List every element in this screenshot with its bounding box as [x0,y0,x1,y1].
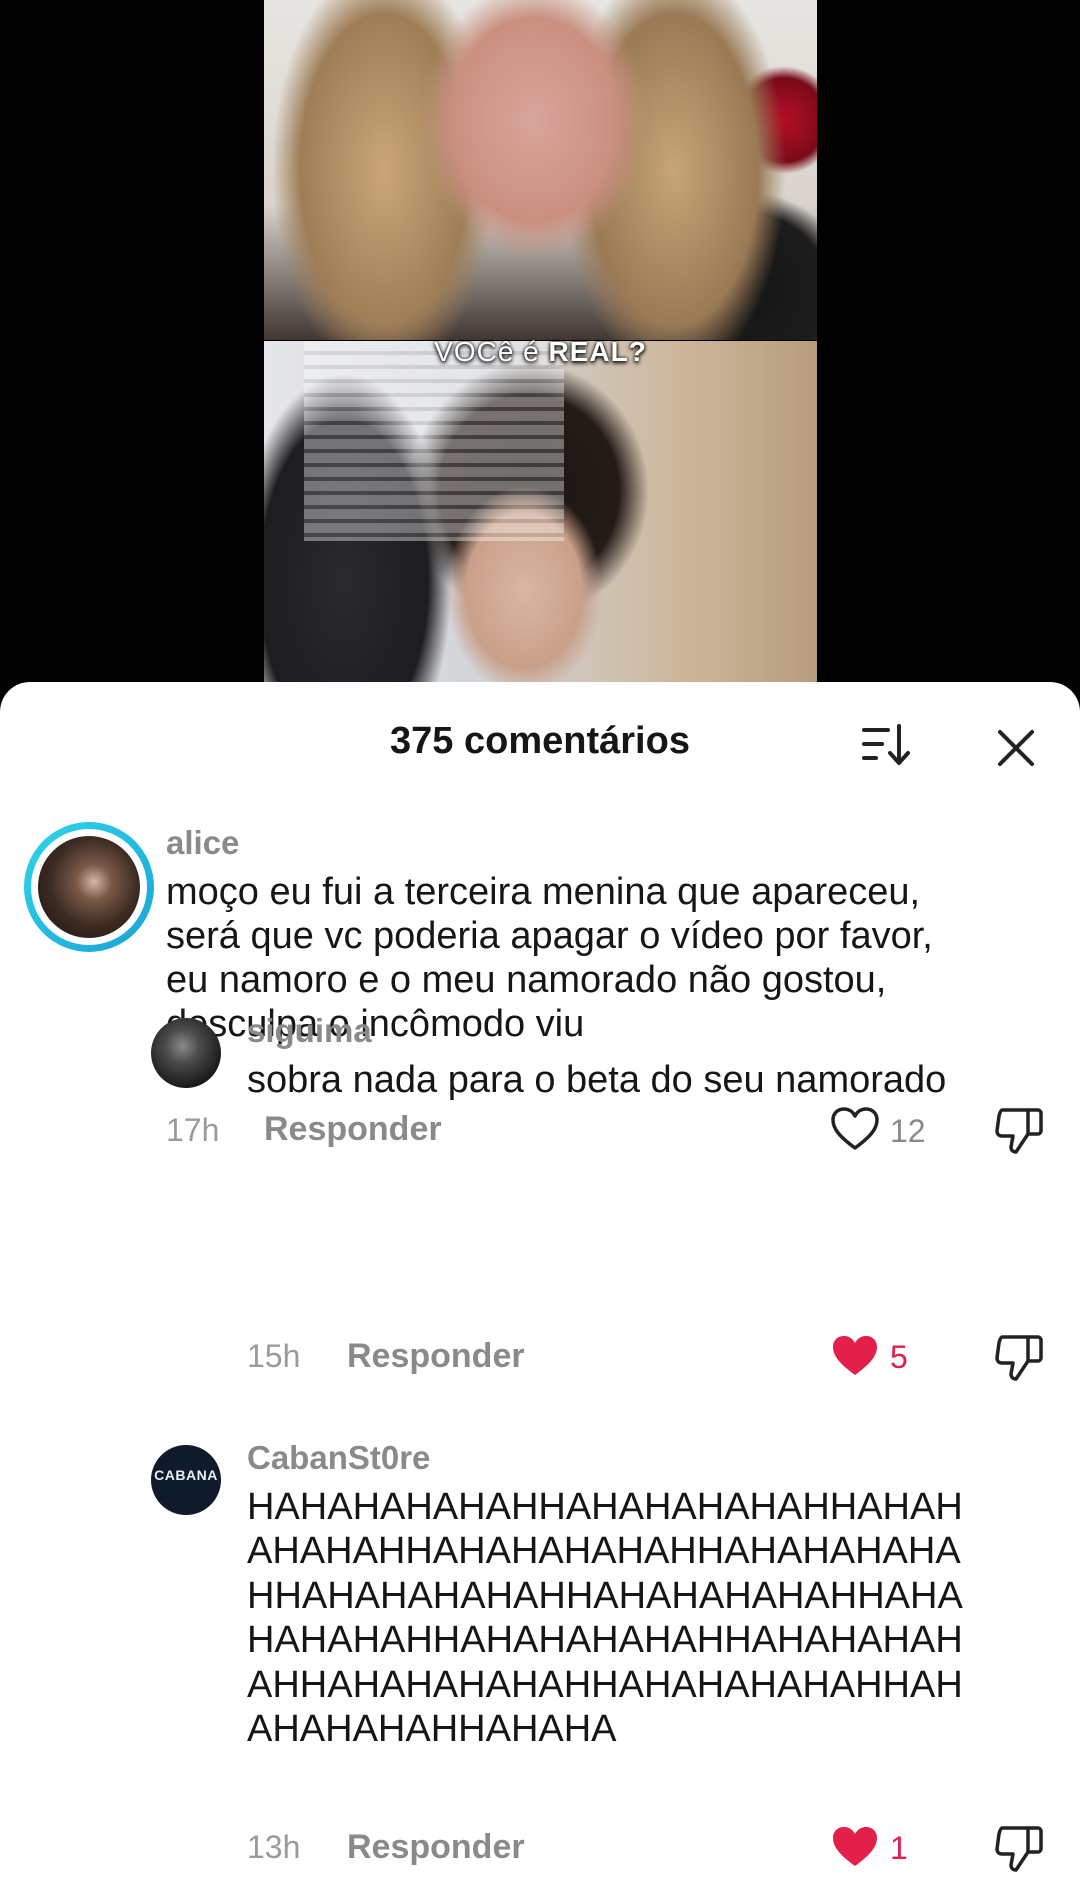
window-blinds [304,341,564,541]
comment-time: 13h [247,1829,301,1865]
comment-text: sobra nada para o beta do seu namorado [247,1058,946,1102]
close-icon[interactable] [996,728,1036,768]
comment-text-line: será que vc poderia apagar o vídeo por f… [166,915,933,957]
comment-text-line: AHAHAHAHHAHAHA [247,1708,617,1751]
dislike-icon[interactable] [994,1333,1044,1383]
heart-icon[interactable] [830,1824,880,1870]
sort-icon[interactable] [860,722,910,768]
comments-sheet: 375 comentários alice moço eu fui a terc [0,682,1080,1899]
avatar[interactable]: CABANA [151,1445,221,1515]
comment-text-line: sobra nada para o beta do seu namorado [247,1059,947,1101]
dislike-icon[interactable] [994,1106,1044,1156]
caption-part2: REAL? [548,336,647,367]
comment-text-line: AHAHAHHAHAHAHAHAHHAHAHAHAHA [247,1530,961,1573]
video-top-panel [264,0,817,340]
heart-icon[interactable] [830,1333,880,1379]
comment-text-line: AHHAHAHAHAHAHHAHAHAHAHAHHAH [247,1663,963,1706]
comment-text-line: HAHAHAHHAHAHAHAHAHHAHAHAHAH [247,1619,963,1662]
reply-button[interactable]: Responder [264,1110,442,1149]
comment-username[interactable]: alice [166,824,239,862]
comment-time: 15h [247,1338,301,1374]
avatar-logo-text: CABANA [154,1467,218,1483]
dislike-icon[interactable] [994,1824,1044,1874]
comment-username[interactable]: CabanSt0re [247,1439,430,1477]
like-count: 5 [890,1339,908,1375]
video-frame[interactable]: VOCê é REAL? [264,0,817,690]
comment-text-line: eu namoro e o meu namorado não gostou, [166,959,887,1001]
avatar[interactable] [24,822,154,952]
heart-icon[interactable] [830,1106,880,1152]
comment-time: 17h [166,1112,220,1148]
comment-text-line: HHAHAHAHAHAHHAHAHAHAHAHHAHA [247,1574,963,1617]
reply-button[interactable]: Responder [347,1828,525,1867]
video-caption: VOCê é REAL? [264,336,817,368]
caption-part1: VOCê é [434,336,540,367]
comments-count-title: 375 comentários [390,720,690,762]
comments-header: 375 comentários [0,682,1080,792]
video-player[interactable]: VOCê é REAL? [0,0,1080,690]
like-count: 12 [890,1113,926,1149]
like-count: 1 [890,1830,908,1866]
avatar[interactable] [151,1018,221,1088]
comment-text: HAHAHAHAHAHHAHAHAHAHAHHAHAH AHAHAHHAHAHA… [247,1485,963,1751]
reply-button[interactable]: Responder [347,1337,525,1376]
comment-username[interactable]: siguima [247,1012,372,1050]
video-bottom-panel [264,341,817,690]
comment-text-line: moço eu fui a terceira menina que aparec… [166,871,921,913]
comment-text-line: HAHAHAHAHAHHAHAHAHAHAHHAHAH [247,1486,963,1528]
